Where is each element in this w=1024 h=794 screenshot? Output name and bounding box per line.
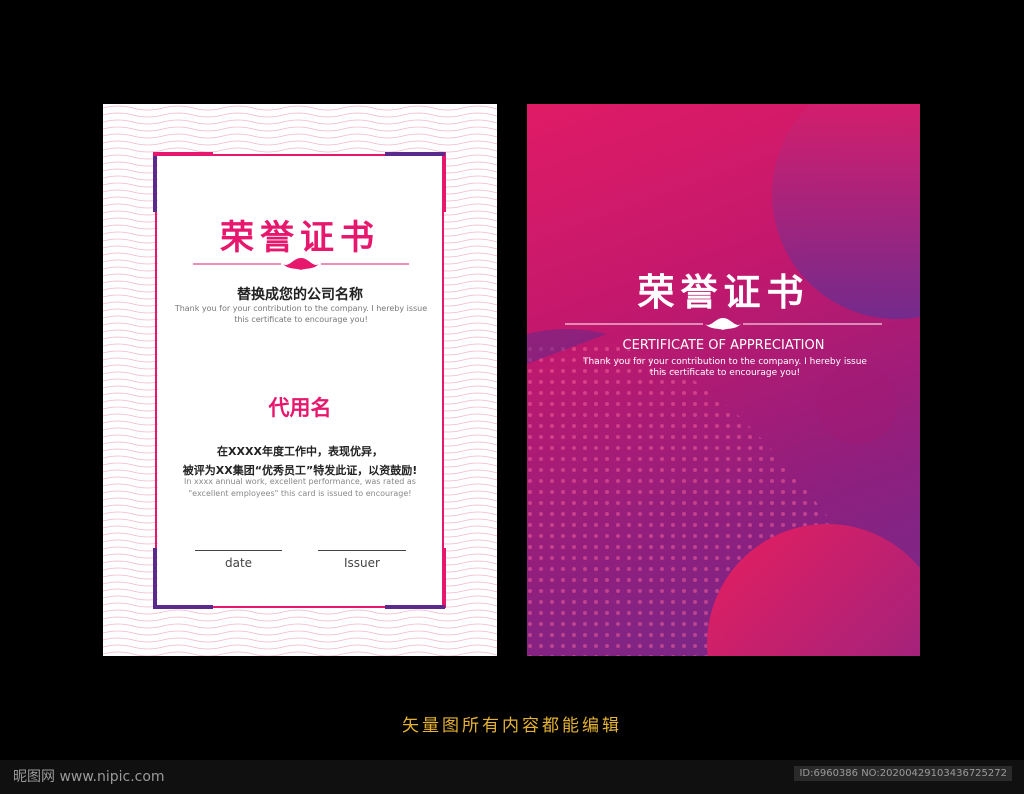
corner-accent	[385, 605, 445, 609]
issuer-label: Issuer	[344, 556, 380, 570]
recipient-name: 代用名	[268, 396, 332, 420]
corner-accent	[442, 152, 446, 212]
corner-accent	[385, 152, 445, 156]
date-signature-line	[195, 550, 282, 551]
corner-accent	[153, 548, 157, 608]
watermark-id: ID:6960386 NO:20200429103436725272	[794, 766, 1012, 781]
thanks-text: Thank you for your contribution to the c…	[174, 304, 428, 324]
background-shapes	[527, 104, 920, 656]
certificate-title-right: 荣誉证书	[637, 270, 810, 314]
certificate-subtitle: CERTIFICATE OF APPRECIATION	[622, 338, 825, 353]
certificate-title: 荣誉证书	[220, 218, 380, 258]
caption: 矢量图所有内容都能编辑	[402, 716, 622, 736]
issuer-signature-line	[318, 550, 406, 551]
ornament-divider-right	[565, 318, 882, 330]
corner-accent	[442, 548, 446, 608]
thanks-text-right: Thank you for your contribution to the c…	[583, 357, 867, 378]
ornament-divider	[193, 258, 409, 270]
award-text-zh-line1: 在XXXX年度工作中，表现优异，	[217, 445, 383, 458]
certificate-right	[527, 104, 920, 656]
corner-accent	[153, 605, 213, 609]
date-label: date	[224, 556, 253, 570]
award-text-zh: 在XXXX年度工作中，表现优异， 被评为XX集团“优秀员工”特发此证，以资鼓励!	[150, 442, 450, 480]
company-name: 替换成您的公司名称	[237, 287, 363, 303]
award-text-en: In xxxx annual work, excellent performan…	[184, 477, 416, 498]
corner-accent	[153, 152, 157, 212]
watermark-logo: 昵图网 www.nipic.com	[13, 769, 165, 785]
corner-accent	[153, 152, 213, 156]
